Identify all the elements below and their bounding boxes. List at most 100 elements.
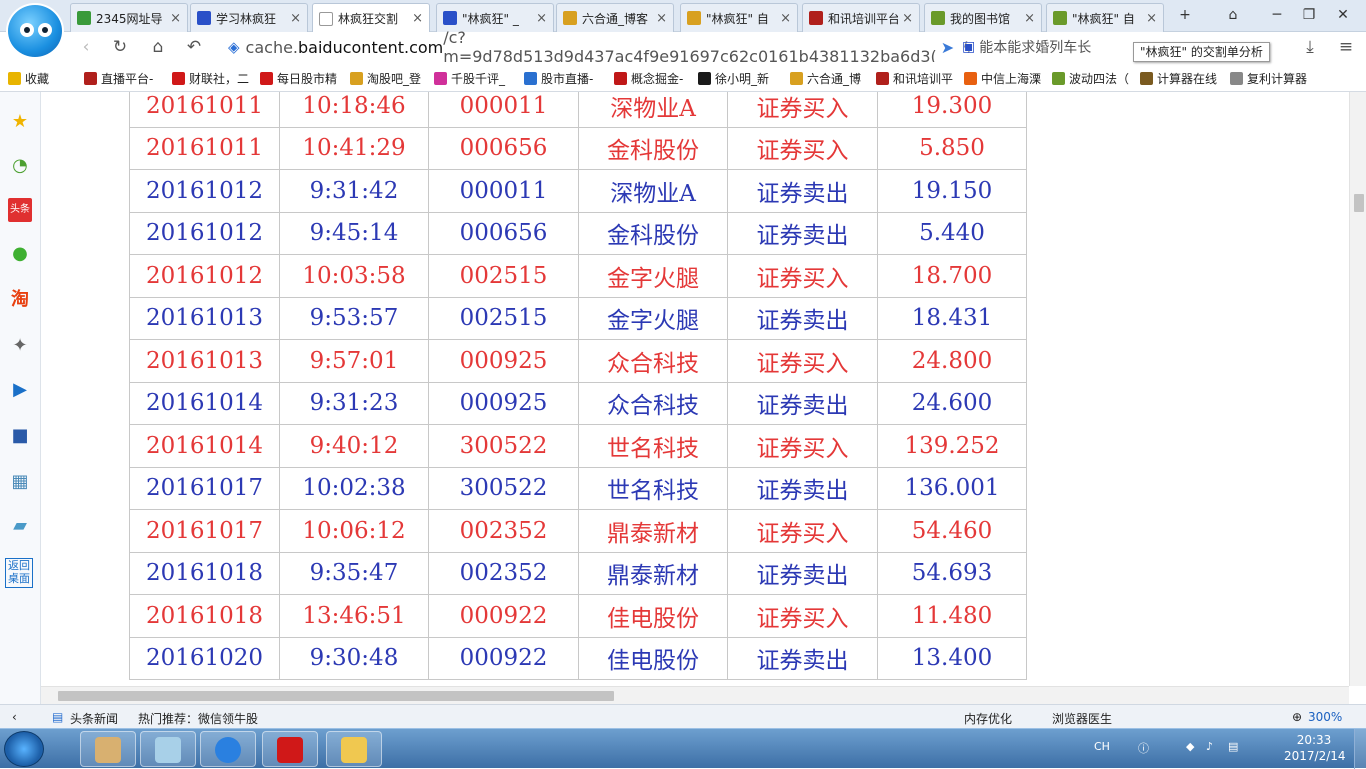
- tab-7[interactable]: 我的图书馆 ×: [924, 3, 1042, 32]
- menu-icon[interactable]: ≡: [1334, 36, 1358, 58]
- tab-close-icon[interactable]: ×: [902, 11, 913, 26]
- cell-price: 54.693: [877, 551, 1027, 595]
- game-icon[interactable]: ✦: [8, 334, 32, 358]
- restore-button[interactable]: ❐: [1294, 4, 1324, 26]
- news-link[interactable]: 头条新闻: [70, 710, 118, 727]
- undo-icon[interactable]: ↶: [182, 36, 206, 58]
- bookmark-label: 财联社，二: [189, 72, 250, 86]
- zoom-icon[interactable]: ⊕: [1292, 710, 1302, 724]
- bookmark-label: 徐小明_新: [715, 72, 770, 86]
- tab-close-icon[interactable]: ×: [536, 11, 547, 26]
- tab-1[interactable]: 学习林疯狂 ×: [190, 3, 308, 32]
- bookmark-4[interactable]: 淘股吧_登: [350, 70, 421, 87]
- favorites-icon[interactable]: ★: [8, 110, 32, 134]
- search-engine-icon[interactable]: ▣: [962, 39, 975, 55]
- minimize-button[interactable]: ─: [1262, 4, 1292, 26]
- notebook-icon[interactable]: ▰: [8, 514, 32, 538]
- tab-close-icon[interactable]: ×: [780, 11, 791, 26]
- tab-close-icon[interactable]: ×: [170, 11, 181, 26]
- browser-doctor-button[interactable]: 浏览器医生: [1052, 710, 1112, 727]
- horizontal-scrollbar[interactable]: [41, 686, 1349, 704]
- refresh-icon[interactable]: ↻: [108, 36, 132, 58]
- show-desktop-button[interactable]: [1354, 729, 1366, 769]
- cell-price: 54.460: [877, 509, 1027, 553]
- skin-button[interactable]: ⌂: [1218, 4, 1248, 26]
- search-field[interactable]: ▣ 能本能求婚列车长: [962, 35, 1132, 59]
- tab-close-icon[interactable]: ×: [656, 11, 667, 26]
- tab-0[interactable]: 2345网址导 ×: [70, 3, 188, 32]
- news-icon[interactable]: 头条: [8, 198, 32, 222]
- url-field[interactable]: ◈ cache. baiducontent.com/c?m=9d78d513d9d…: [228, 28, 973, 66]
- tab-favicon-icon: [443, 11, 457, 25]
- video-icon[interactable]: ▶: [8, 378, 32, 402]
- news-status-icon: ▤: [52, 710, 64, 724]
- help-icon[interactable]: ⓘ: [1138, 740, 1149, 756]
- tab-close-icon[interactable]: ×: [1024, 11, 1035, 26]
- bookmark-0[interactable]: 收藏: [8, 70, 49, 87]
- bookmark-icon: [172, 72, 185, 85]
- new-tab-button[interactable]: +: [1170, 4, 1200, 26]
- tab-close-icon[interactable]: ×: [1146, 11, 1157, 26]
- tab-8[interactable]: "林疯狂" 自 ×: [1046, 3, 1164, 32]
- cell-price: 5.440: [877, 211, 1027, 255]
- page-content: 20161011 10:18:46 000011 深物业A 证券买入 19.300 2016…: [41, 92, 1349, 686]
- bookmark-7[interactable]: 概念掘金-: [614, 70, 683, 87]
- bookmark-label: 计算器在线: [1157, 72, 1218, 86]
- vertical-scrollbar[interactable]: [1349, 92, 1366, 686]
- taskbar-stock-app[interactable]: [262, 731, 318, 767]
- cell-action: 证券卖出: [727, 551, 878, 595]
- rocket-icon[interactable]: ➤: [941, 38, 954, 57]
- language-indicator[interactable]: CH: [1094, 740, 1110, 753]
- table-row: 20161017 10:02:38 300522 世名科技 证券卖出 136.001: [129, 466, 1027, 510]
- vertical-scroll-thumb[interactable]: [1354, 194, 1364, 212]
- back-to-desktop-button[interactable]: 返回桌面: [5, 558, 33, 588]
- bookmark-1[interactable]: 直播平台-: [84, 70, 153, 87]
- taskbar-ie[interactable]: [200, 731, 256, 767]
- taobao-icon[interactable]: 淘: [8, 288, 32, 312]
- chat-icon[interactable]: ●: [8, 242, 32, 266]
- bookmark-8[interactable]: 徐小明_新: [698, 70, 769, 87]
- memory-optimize-button[interactable]: 内存优化: [964, 710, 1012, 727]
- tab-close-icon[interactable]: ×: [290, 11, 301, 26]
- bookmarks-bar: 收藏 直播平台- 财联社，二 每日股市精 淘股吧_登 千股千评_ 股市直播- 概念掘金- 徐小明…: [0, 62, 1366, 92]
- browser-logo[interactable]: [6, 3, 64, 59]
- bookmark-3[interactable]: 每日股市精: [260, 70, 337, 87]
- cell-code: 300522: [428, 424, 579, 468]
- start-button[interactable]: [4, 731, 44, 767]
- zoom-level[interactable]: 300%: [1308, 710, 1342, 724]
- bookmark-icon: [698, 72, 711, 85]
- bookmark-2[interactable]: 财联社，二: [172, 70, 249, 87]
- cell-price: 19.300: [877, 92, 1027, 128]
- history-icon[interactable]: ◔: [8, 154, 32, 178]
- bookmark-12[interactable]: 波动四法（: [1052, 70, 1129, 87]
- bookmark-6[interactable]: 股市直播-: [524, 70, 593, 87]
- hot-recommend[interactable]: 热门推荐：微信领牛股: [138, 710, 258, 727]
- taskbar-notepad[interactable]: [140, 731, 196, 767]
- bookmark-9[interactable]: 六合通_博: [790, 70, 861, 87]
- back-icon[interactable]: ‹: [74, 36, 98, 58]
- computer-icon[interactable]: ■: [8, 424, 32, 448]
- bookmark-10[interactable]: 和讯培训平: [876, 70, 953, 87]
- bookmark-13[interactable]: 计算器在线: [1140, 70, 1217, 87]
- home-icon[interactable]: ⌂: [146, 36, 170, 58]
- bookmark-5[interactable]: 千股千评_: [434, 70, 505, 87]
- cell-date: 20161017: [129, 466, 280, 510]
- horizontal-scroll-thumb[interactable]: [58, 691, 614, 701]
- clock[interactable]: 20:33 2017/2/14: [1284, 732, 1346, 764]
- bookmark-11[interactable]: 中信上海溧: [964, 70, 1041, 87]
- bookmark-14[interactable]: 复利计算器: [1230, 70, 1307, 87]
- download-icon[interactable]: ⤓: [1298, 36, 1322, 58]
- security-icon[interactable]: ◆: [1186, 740, 1194, 753]
- volume-icon[interactable]: ♪: [1206, 740, 1213, 753]
- taskbar-paint[interactable]: [80, 731, 136, 767]
- taskbar-folder[interactable]: [326, 731, 382, 767]
- network-icon[interactable]: ▤: [1228, 740, 1238, 753]
- collapse-icon[interactable]: ‹: [12, 710, 17, 724]
- cell-date: 20161013: [129, 296, 280, 340]
- tab-2[interactable]: 林疯狂交割 ×: [312, 3, 430, 33]
- tab-favicon-icon: [563, 11, 577, 25]
- close-window-button[interactable]: ✕: [1328, 4, 1358, 26]
- calculator-icon[interactable]: ▦: [8, 470, 32, 494]
- cell-time: 10:02:38: [279, 466, 429, 510]
- tab-close-icon[interactable]: ×: [412, 11, 423, 26]
